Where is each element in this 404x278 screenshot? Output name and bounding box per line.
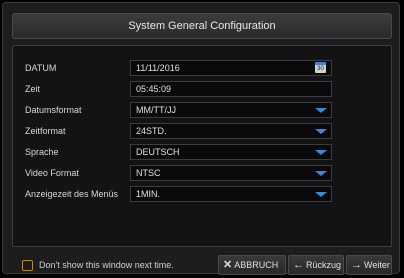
language-value: DEUTSCH [136,147,180,157]
config-window: System General Configuration DATUM 11/11… [2,2,400,275]
time-format-label: Zeitformat [25,126,66,136]
settings-panel: DATUM 11/11/2016 30 Zeit 05:45:09 Datums… [12,45,392,247]
dont-show-label[interactable]: Don't show this window next time. [39,255,174,275]
cancel-button[interactable]: ✕ ABBRUCH [218,255,286,275]
video-format-dropdown[interactable]: NTSC [130,165,332,181]
date-label: DATUM [25,63,57,73]
window-title: System General Configuration [12,13,392,39]
date-format-value: MM/TT/JJ [136,105,176,115]
cancel-label: ABBRUCH [234,260,279,270]
time-label: Zeit [25,84,41,94]
back-button[interactable]: ← Rückzug [288,255,344,275]
chevron-down-icon[interactable] [315,171,327,176]
dont-show-checkbox[interactable] [22,260,33,271]
menu-timeout-label: Anzeigezeit des Menüs [25,189,119,199]
next-label: Weiter [364,260,390,270]
time-format-row: Zeitformat 24STD. [13,123,391,139]
arrow-left-icon: ← [293,259,304,271]
video-format-value: NTSC [136,168,161,178]
chevron-down-icon[interactable] [315,108,327,113]
time-field[interactable]: 05:45:09 [130,81,332,97]
date-format-dropdown[interactable]: MM/TT/JJ [130,102,332,118]
time-format-value: 24STD. [136,126,167,136]
language-row: Sprache DEUTSCH [13,144,391,160]
date-row: DATUM 11/11/2016 30 [13,60,391,76]
chevron-down-icon[interactable] [315,129,327,134]
footer-bar: Don't show this window next time. ✕ ABBRU… [12,255,392,275]
next-button[interactable]: → Weiter [346,255,392,275]
arrow-right-icon: → [351,259,362,271]
date-value: 11/11/2016 [136,63,180,73]
date-format-label: Datumsformat [25,105,82,115]
menu-timeout-row: Anzeigezeit des Menüs 1MIN. [13,186,391,202]
back-label: Rückzug [306,260,342,270]
menu-timeout-dropdown[interactable]: 1MIN. [130,186,332,202]
language-dropdown[interactable]: DEUTSCH [130,144,332,160]
chevron-down-icon[interactable] [315,192,327,197]
chevron-down-icon[interactable] [315,150,327,155]
calendar-icon-day: 30 [317,66,324,72]
close-icon: ✕ [223,259,233,271]
date-format-row: Datumsformat MM/TT/JJ [13,102,391,118]
calendar-icon[interactable]: 30 [315,62,326,73]
date-field[interactable]: 11/11/2016 30 [130,60,332,76]
time-value: 05:45:09 [136,84,172,94]
language-label: Sprache [25,147,59,157]
video-format-label: Video Format [25,168,79,178]
video-format-row: Video Format NTSC [13,165,391,181]
menu-timeout-value: 1MIN. [136,189,161,199]
time-format-dropdown[interactable]: 24STD. [130,123,332,139]
time-row: Zeit 05:45:09 [13,81,391,97]
